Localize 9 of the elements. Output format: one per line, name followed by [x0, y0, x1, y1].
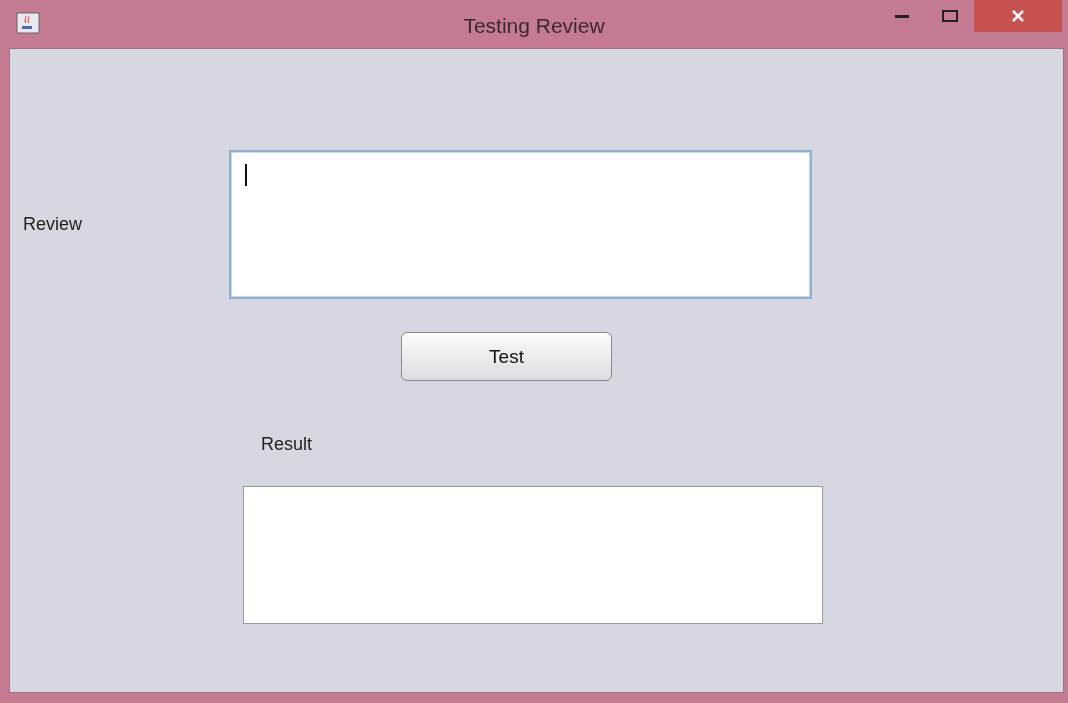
result-output-field[interactable]: [243, 486, 823, 624]
close-icon: [1011, 9, 1025, 23]
maximize-icon: [942, 10, 958, 22]
review-label: Review: [22, 214, 84, 235]
window-title: Testing Review: [463, 14, 605, 38]
minimize-icon: [895, 14, 909, 18]
review-input-field[interactable]: [229, 150, 812, 299]
result-label: Result: [261, 434, 313, 455]
test-button[interactable]: Test: [401, 332, 612, 381]
